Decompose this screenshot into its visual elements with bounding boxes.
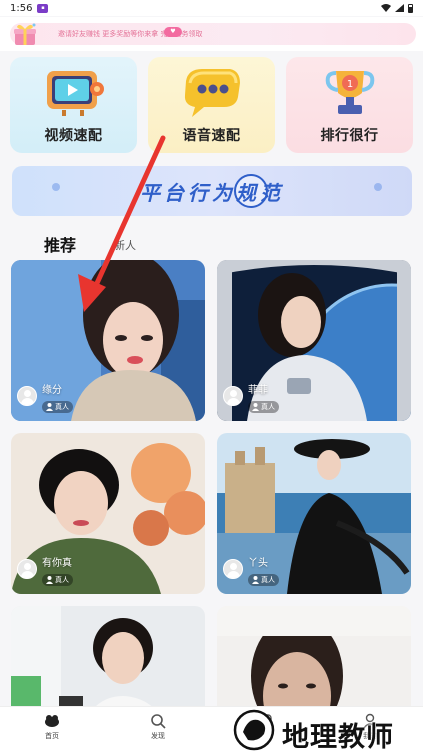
avatar — [223, 386, 243, 406]
person-icon — [252, 403, 259, 411]
user-name: 丫头 — [248, 558, 268, 569]
watermark: 地理教师 — [228, 708, 423, 752]
status-bar: 1:56 ▪ — [0, 0, 423, 16]
video-match-card[interactable]: 视频速配 — [10, 57, 137, 153]
badge-label: 真人 — [261, 576, 275, 584]
promo-heart-tag: ♥ — [164, 27, 182, 37]
user-grid: 缘分 真人 菲菲 真人 有你真 真人 丫头 真人 — [11, 260, 412, 752]
badge-label: 真人 — [55, 403, 69, 411]
tab-recommend[interactable]: 推荐 — [44, 232, 76, 256]
verified-badge: 真人 — [248, 574, 279, 586]
tab-newcomers[interactable]: 新人 — [114, 237, 136, 256]
voice-match-card[interactable]: 语音速配 — [148, 57, 275, 153]
signal-icon — [395, 4, 404, 12]
promo-strip[interactable]: 邀请好友赚钱 更多奖励等你来拿 完成任务领取 ♥ — [0, 17, 423, 51]
person-icon — [46, 576, 53, 584]
user-photo — [217, 260, 411, 421]
user-card[interactable]: 有你真 真人 — [11, 433, 205, 594]
user-photo — [217, 433, 411, 594]
battery-icon — [408, 3, 413, 13]
feed-tabs: 推荐 新人 — [44, 232, 136, 256]
svg-text:1: 1 — [346, 79, 352, 90]
person-icon — [46, 403, 53, 411]
avatar — [17, 386, 37, 406]
user-photo — [11, 433, 205, 594]
verified-badge: 真人 — [42, 401, 73, 413]
verified-badge: 真人 — [248, 401, 279, 413]
nav-home[interactable]: 首页 — [22, 713, 82, 741]
user-card[interactable]: 丫头 真人 — [217, 433, 411, 594]
feature-cards: 视频速配 语音速配 1 排行很行 — [10, 57, 413, 153]
ranking-card[interactable]: 1 排行很行 — [286, 57, 413, 153]
watermark-logo — [233, 709, 275, 751]
ranking-label: 排行很行 — [320, 128, 379, 144]
video-match-label: 视频速配 — [44, 128, 103, 144]
status-time: 1:56 — [10, 2, 33, 14]
rules-banner-title: 平台行为规范 — [140, 181, 284, 205]
user-name: 有你真 — [42, 558, 72, 569]
status-right — [381, 3, 413, 13]
gift-icon — [14, 23, 36, 45]
app-notification-icon: ▪ — [37, 3, 49, 13]
wifi-icon — [381, 4, 391, 12]
user-card[interactable]: 缘分 真人 — [11, 260, 205, 421]
badge-label: 真人 — [261, 403, 275, 411]
badge-label: 真人 — [55, 576, 69, 584]
user-card[interactable]: 菲菲 真人 — [217, 260, 411, 421]
platform-rules-banner[interactable]: 平台行为规范 — [12, 166, 412, 216]
person-icon — [252, 576, 259, 584]
nav-home-label: 首页 — [45, 732, 59, 740]
user-name: 菲菲 — [248, 385, 268, 396]
search-icon — [151, 714, 166, 729]
user-photo — [11, 260, 205, 421]
watermark-text: 地理教师 — [282, 722, 394, 752]
verified-badge: 真人 — [42, 574, 73, 586]
user-name: 缘分 — [42, 385, 62, 396]
nav-discover[interactable]: 发现 — [128, 713, 188, 741]
tv-icon — [46, 71, 104, 116]
home-icon — [45, 715, 59, 727]
nav-discover-label: 发现 — [151, 732, 165, 740]
chat-bubble-icon — [184, 69, 240, 117]
avatar — [223, 559, 243, 579]
app-screen: 1:56 ▪ 邀请好友赚钱 更多奖励等你来拿 完成任务领取 ♥ 视频速配 语音速… — [0, 0, 423, 752]
voice-match-label: 语音速配 — [182, 128, 241, 144]
avatar — [17, 559, 37, 579]
trophy-icon: 1 — [325, 71, 374, 114]
